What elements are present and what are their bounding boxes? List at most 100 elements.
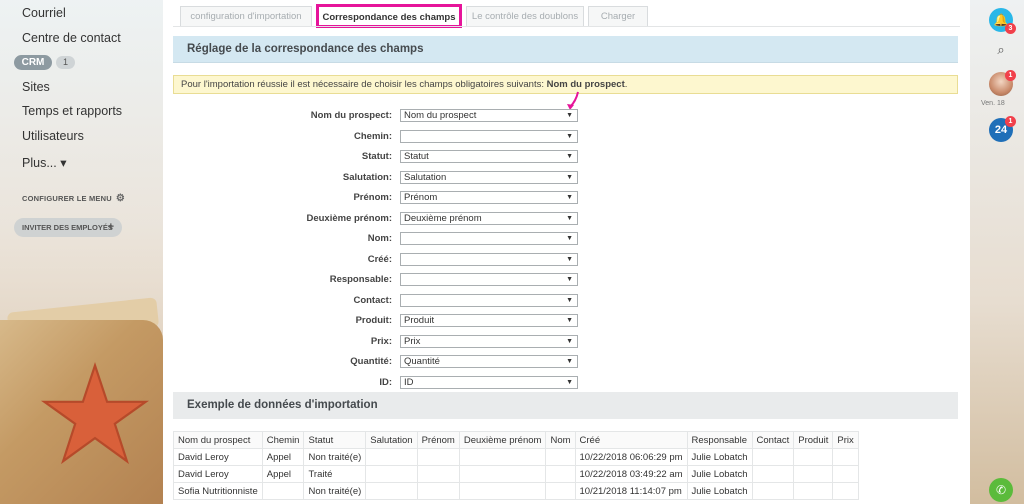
tab-charger[interactable]: Charger (588, 6, 648, 26)
field-select[interactable]: ▼ (400, 129, 578, 143)
field-select-value: Quantité (404, 356, 440, 367)
table-cell (751, 448, 795, 466)
field-select[interactable]: ▼ (400, 252, 578, 266)
left-sidebar: Courriel Centre de contact CRM 1 Sites T… (0, 0, 163, 504)
dropdown-arrow-icon: ▼ (566, 235, 573, 242)
sidebar-item-courriel[interactable]: Courriel (22, 6, 66, 20)
table-cell (365, 448, 418, 466)
field-row: Chemin: ▼ (163, 129, 970, 143)
dropdown-arrow-icon: ▼ (566, 194, 573, 201)
table-cell (416, 482, 460, 500)
field-select[interactable]: ID ▼ (400, 375, 578, 389)
field-row: Nom: ▼ (163, 232, 970, 245)
field-select-value: Prix (404, 335, 421, 347)
table-row: David Leroy Appel Non traité(e) 10/22/2018 … (173, 448, 859, 466)
table-header-cell: Nom du prospect (173, 431, 263, 449)
configure-menu-link[interactable]: CONFIGURER LE MENU ⚙ (22, 193, 125, 204)
table-header-cell: Deuxième prénom (458, 431, 547, 449)
field-select[interactable]: Prix ▼ (400, 334, 578, 348)
tabs-divider (173, 26, 960, 27)
table-header-cell: Statut (303, 431, 367, 449)
field-row: Prix: Prix ▼ (163, 334, 970, 348)
field-select[interactable]: Nom du prospect ▼ (400, 109, 578, 122)
table-cell (751, 465, 795, 483)
dropdown-arrow-icon: ▼ (566, 132, 573, 140)
sidebar-item-sites[interactable]: Sites (22, 80, 50, 94)
field-select-value: Nom du prospect (404, 110, 477, 121)
table-cell (416, 448, 460, 466)
table-cell: Julie Lobatch (686, 465, 753, 483)
sample-data-table: Nom du prospect Chemin Statut Salutation Pré… (173, 431, 859, 500)
tab-configuration-importation[interactable]: configuration d'importation (180, 6, 312, 26)
table-cell (416, 465, 460, 483)
sample-section-title: Exemple de données d'importation (173, 392, 958, 419)
field-label: Responsable: (329, 274, 392, 285)
field-label: Salutation: (342, 171, 392, 183)
table-cell: Sofia Nutritionniste (173, 482, 263, 500)
field-label: Quantité: (350, 356, 392, 367)
field-label: Deuxième prénom: (306, 212, 392, 224)
table-cell (458, 465, 547, 483)
field-row: Prénom: Prénom ▼ (163, 191, 970, 204)
tab-controle-des-doublons[interactable]: Le contrôle des doublons (466, 6, 584, 26)
dropdown-arrow-icon: ▼ (566, 255, 573, 263)
right-rail: 🔔 3 ⌕ 1 Ven. 18 24 1 ✆ (970, 0, 1024, 504)
invite-employees-button[interactable]: INVITER DES EMPLOYÉS + (14, 218, 122, 237)
dropdown-arrow-icon: ▼ (566, 378, 573, 386)
user-avatar[interactable]: 1 (989, 70, 1016, 96)
plus-icon: + (107, 221, 114, 233)
sidebar-item-centre-de-contact[interactable]: Centre de contact (22, 31, 121, 45)
table-cell (832, 448, 859, 466)
table-cell (793, 465, 834, 483)
bitrix24-icon[interactable]: 24 1 (989, 116, 1016, 142)
field-select[interactable]: Produit ▼ (400, 314, 578, 327)
field-row: Contact: ▼ (163, 293, 970, 307)
field-select[interactable]: Prénom ▼ (400, 191, 578, 204)
main-panel: configuration d'importation Correspondan… (163, 0, 970, 504)
crm-count-badge: 1 (56, 56, 75, 69)
field-select[interactable]: Statut ▼ (400, 150, 578, 163)
field-select[interactable]: ▼ (400, 273, 578, 286)
tab-correspondance-des-champs[interactable]: Correspondance des champs (316, 4, 462, 28)
field-label: Chemin: (354, 130, 392, 142)
sidebar-item-utilisateurs[interactable]: Utilisateurs (22, 129, 84, 143)
table-cell (751, 482, 795, 500)
table-cell: Appel (261, 448, 305, 466)
notifications-bell-icon[interactable]: 🔔 3 (989, 8, 1016, 34)
sidebar-item-temps-et-rapports[interactable]: Temps et rapports (22, 104, 122, 118)
field-select[interactable]: Deuxième prénom ▼ (400, 211, 578, 225)
field-select[interactable]: Salutation ▼ (400, 170, 578, 184)
sidebar-item-plus[interactable]: Plus... ▾ (22, 155, 66, 170)
field-row: Salutation: Salutation ▼ (163, 170, 970, 184)
field-row: Deuxième prénom: Deuxième prénom ▼ (163, 211, 970, 225)
field-row: Créé: ▼ (163, 252, 970, 266)
table-cell (458, 482, 547, 500)
dropdown-arrow-icon: ▼ (566, 214, 573, 222)
table-cell (545, 448, 576, 466)
table-cell (261, 482, 305, 500)
field-select-value: Deuxième prénom (404, 212, 482, 224)
notice-text: Pour l'importation réussie il est nécess… (181, 79, 547, 90)
field-label: Produit: (355, 315, 392, 326)
field-row: Responsable: ▼ (163, 273, 970, 286)
search-icon[interactable]: ⌕ (989, 38, 1013, 62)
decorative-starfish (40, 362, 150, 465)
field-select[interactable]: ▼ (400, 232, 578, 245)
field-label: Nom: (367, 233, 392, 244)
field-label: Nom du prospect: (310, 110, 392, 121)
table-cell: 10/22/2018 03:49:22 am (574, 465, 688, 483)
b24-badge: 1 (1005, 116, 1016, 127)
phone-icon[interactable]: ✆ (989, 478, 1013, 502)
table-header-cell: Prix (832, 431, 859, 449)
table-header-cell: Contact (751, 431, 795, 449)
sidebar-item-crm[interactable]: CRM (14, 55, 52, 70)
table-header-cell: Produit (793, 431, 834, 449)
field-select[interactable]: Quantité ▼ (400, 355, 578, 368)
field-select[interactable]: ▼ (400, 293, 578, 307)
table-cell: Traité (303, 465, 367, 483)
field-select-value: Prénom (404, 192, 438, 203)
table-cell: Appel (261, 465, 305, 483)
table-cell (793, 448, 834, 466)
field-select-value: Salutation (404, 171, 447, 183)
table-header-row: Nom du prospect Chemin Statut Salutation Pré… (173, 431, 859, 449)
